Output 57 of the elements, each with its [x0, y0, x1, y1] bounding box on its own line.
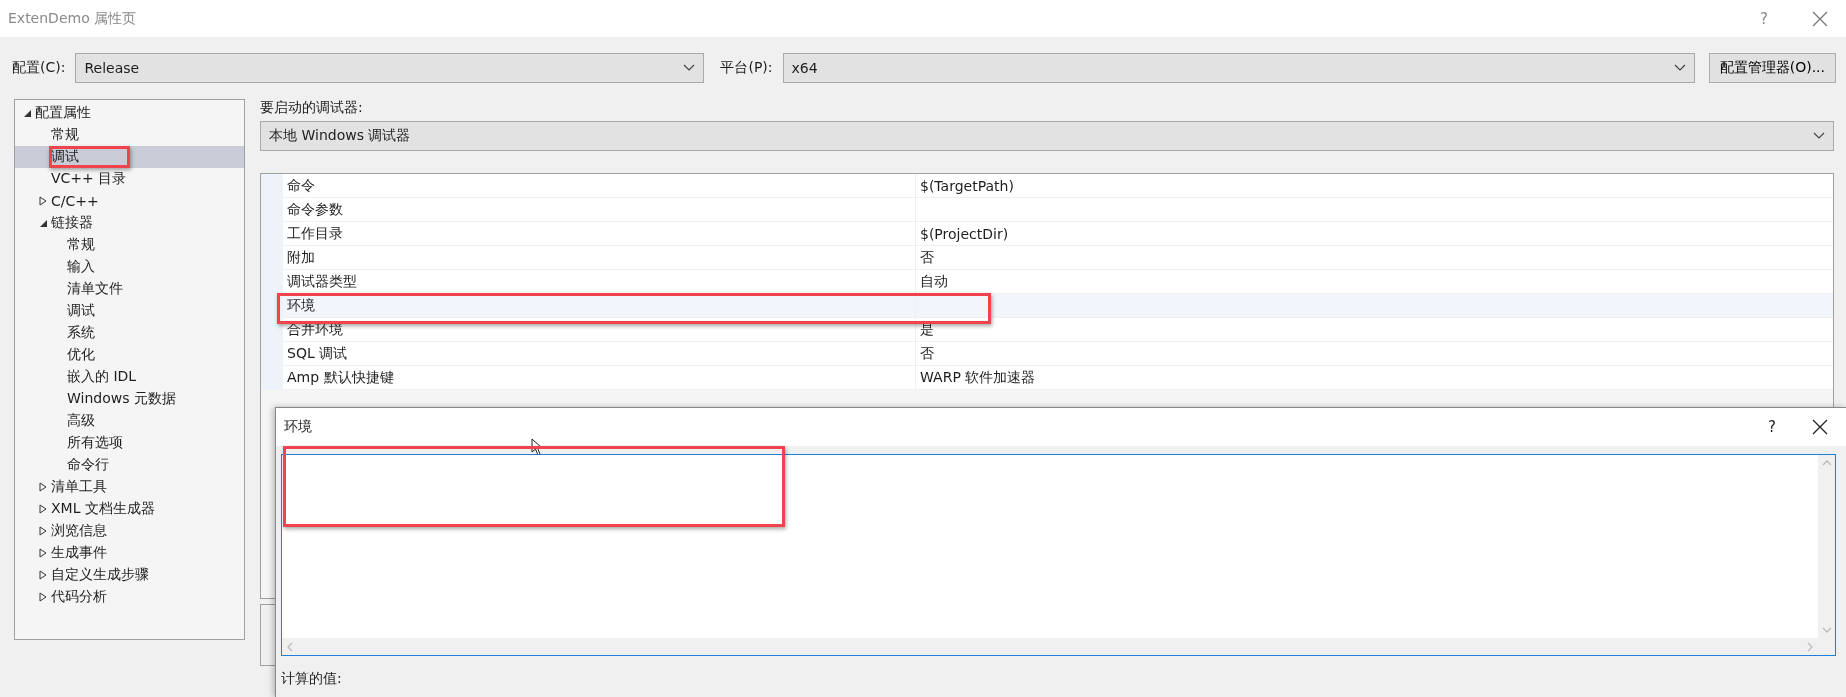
config-label: 配置(C): — [12, 59, 66, 77]
collapsed-triangle-icon[interactable] — [39, 570, 47, 580]
tree-item[interactable]: 链接器 — [15, 212, 244, 234]
config-manager-button[interactable]: 配置管理器(O)... — [1708, 53, 1836, 83]
chevron-down-icon — [1813, 132, 1825, 140]
tree-item[interactable]: 清单文件 — [15, 278, 244, 300]
tree-item[interactable]: 浏览信息 — [15, 520, 244, 542]
collapsed-triangle-icon[interactable] — [39, 482, 47, 492]
collapsed-triangle-icon[interactable] — [39, 504, 47, 514]
tree-item[interactable]: 清单工具 — [15, 476, 244, 498]
expanded-triangle-icon[interactable] — [22, 108, 32, 118]
dialog-title: 环境 — [284, 418, 313, 436]
tree-item[interactable]: 自定义生成步骤 — [15, 564, 244, 586]
expanded-triangle-icon[interactable] — [38, 218, 48, 228]
tree-item[interactable]: 嵌入的 IDL — [15, 366, 244, 388]
help-button[interactable]: ? — [1768, 418, 1776, 436]
chevron-down-icon — [683, 64, 696, 72]
tree-item[interactable]: 所有选项 — [15, 432, 244, 454]
property-name: 环境 — [283, 294, 916, 317]
tree-item[interactable]: 输入 — [15, 256, 244, 278]
collapsed-triangle-icon[interactable] — [39, 592, 47, 602]
tree-item[interactable]: 高级 — [15, 410, 244, 432]
tree-item[interactable]: 调试 — [15, 300, 244, 322]
tree-item[interactable]: 常规 — [15, 234, 244, 256]
tree-item[interactable]: 系统 — [15, 322, 244, 344]
property-row[interactable]: 命令 $(TargetPath) — [283, 174, 1833, 198]
property-row[interactable]: 调试器类型 自动 — [283, 270, 1833, 294]
tree-item[interactable]: 命令行 — [15, 454, 244, 476]
tree-item[interactable]: Windows 元数据 — [15, 388, 244, 410]
tree-item[interactable]: 优化 — [15, 344, 244, 366]
property-row[interactable]: 命令参数 — [283, 198, 1833, 222]
tree-item[interactable]: 代码分析 — [15, 586, 244, 608]
window-title: ExtenDemo 属性页 — [8, 9, 138, 28]
collapsed-triangle-icon[interactable] — [39, 548, 47, 558]
debugger-label: 要启动的调试器: — [260, 98, 364, 117]
property-row[interactable]: Amp 默认快捷键 WARP 软件加速器 — [283, 366, 1833, 390]
close-icon[interactable] — [1812, 419, 1828, 435]
tree-item[interactable]: VC++ 目录 — [15, 168, 244, 190]
tree-item[interactable]: C/C++ — [15, 190, 244, 212]
platform-dropdown[interactable]: x64 — [782, 53, 1695, 83]
tree-item[interactable]: XML 文档生成器 — [15, 498, 244, 520]
collapsed-triangle-icon[interactable] — [39, 196, 47, 206]
config-dropdown[interactable]: Release — [75, 53, 705, 83]
tree-item[interactable]: 调试 — [15, 146, 244, 168]
tree-item[interactable]: 常规 — [15, 124, 244, 146]
debugger-dropdown[interactable]: 本地 Windows 调试器 — [260, 121, 1834, 151]
platform-label: 平台(P): — [720, 59, 773, 77]
property-row[interactable]: 附加 否 — [283, 246, 1833, 270]
property-row[interactable]: SQL 调试 否 — [283, 342, 1833, 366]
help-button[interactable]: ? — [1760, 9, 1768, 28]
property-row[interactable]: 环境 — [283, 294, 1833, 318]
collapsed-triangle-icon[interactable] — [39, 526, 47, 536]
tree-item[interactable]: 配置属性 — [15, 102, 244, 124]
tree-item[interactable]: 生成事件 — [15, 542, 244, 564]
property-row[interactable]: 工作目录 $(ProjectDir) — [283, 222, 1833, 246]
chevron-down-icon — [1673, 64, 1686, 72]
computed-value-label: 计算的值: — [281, 670, 343, 688]
